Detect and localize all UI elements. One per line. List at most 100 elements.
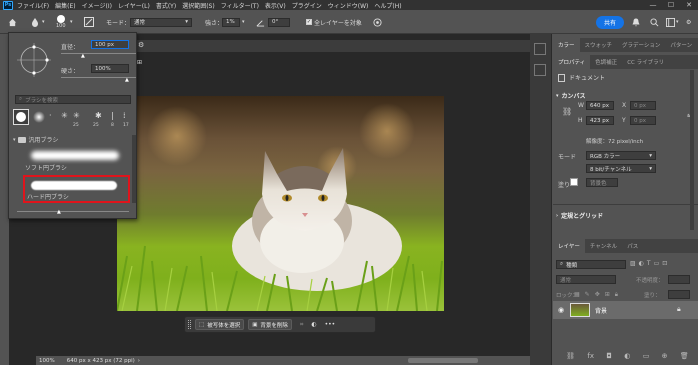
tab-adjustments[interactable]: 色調補正 (590, 55, 622, 69)
lock-artboard-icon[interactable]: ⊞ (605, 291, 610, 299)
preview-size-slider-thumb[interactable]: ▲ (57, 209, 61, 215)
menu-filter[interactable]: フィルター(T) (221, 1, 259, 10)
strength-chevron-icon[interactable]: ▾ (242, 19, 245, 25)
tab-gradients[interactable]: グラデーション (617, 38, 665, 52)
brush-angle-widget[interactable] (15, 41, 53, 79)
drag-handle-icon[interactable] (188, 320, 191, 329)
brush-preset-picker[interactable]: 100 (56, 10, 66, 34)
layer-row-background[interactable]: ◉ 背景 🔒︎ (553, 301, 698, 319)
tab-paths[interactable]: パス (622, 239, 643, 253)
canvas-section-header[interactable]: ▾ カンバス (556, 91, 586, 101)
brush-preset-dot[interactable]: · (49, 111, 52, 120)
menu-edit[interactable]: 編集(E) (55, 1, 75, 10)
diameter-slider-thumb[interactable]: ▲ (81, 53, 85, 59)
brush-search-input[interactable]: ⌕ ブラシを検索 (15, 95, 131, 104)
cat-photo[interactable] (117, 96, 444, 311)
general-brushes-folder[interactable]: ▾ 汎用ブラシ (13, 135, 58, 144)
remove-background-button[interactable]: ▣ 背景を削除 (248, 319, 292, 330)
all-layers-checkbox[interactable]: ✓ 全レイヤーを対象 (306, 10, 362, 34)
brush-preset-chalk[interactable]: ❘ (109, 111, 116, 120)
menu-file[interactable]: ファイル(F) (17, 1, 49, 10)
brush-preset-soft-round[interactable] (33, 111, 45, 123)
lock-pixels-icon[interactable]: ▦ (574, 291, 580, 299)
brush-preset-splatter-1[interactable]: ✳ (61, 111, 68, 120)
status-arrow-icon[interactable]: › (138, 358, 140, 364)
adjustment-layer-icon[interactable]: ◐ (624, 352, 630, 360)
guides-section-header[interactable]: › 定規とグリッド (556, 211, 603, 221)
mode-select[interactable]: 通常 ▾ (130, 17, 192, 27)
layer-filter-select[interactable]: ⌕ 種類 (556, 260, 626, 269)
tab-swatches[interactable]: スウォッチ (580, 38, 618, 52)
height-input[interactable]: 423 px (586, 116, 614, 125)
brush-picker-chevron-icon[interactable]: ▾ (70, 10, 73, 34)
workspace-icon[interactable]: ▾ (666, 10, 679, 34)
tab-color[interactable]: カラー (553, 38, 580, 52)
brush-settings-icon[interactable] (84, 10, 94, 34)
new-group-icon[interactable]: ▭ (643, 352, 650, 360)
x-input[interactable]: 0 px (630, 101, 656, 110)
tab-patterns[interactable]: パターン (665, 38, 697, 52)
layer-style-icon[interactable]: fx (587, 352, 594, 360)
notifications-icon[interactable] (632, 10, 640, 34)
menu-plugins[interactable]: プラグイン (292, 1, 322, 10)
minimize-icon[interactable]: — (644, 1, 662, 9)
filter-pixel-icon[interactable]: ▨ (630, 260, 636, 267)
brush-preset-grass[interactable]: ✱ (95, 111, 102, 120)
tab-properties[interactable]: プロパティ (553, 55, 591, 69)
brush-preset-texture[interactable]: ⁞ (123, 111, 126, 120)
properties-scrollbar[interactable] (690, 70, 694, 230)
menu-view[interactable]: 表示(V) (265, 1, 286, 10)
delete-layer-icon[interactable]: 🗑︎ (680, 352, 689, 360)
settings-gear-icon[interactable]: ⚙ (686, 10, 691, 34)
menu-select[interactable]: 選択範囲(S) (182, 1, 215, 10)
brush-settings-gear-icon[interactable]: ⚙ (138, 41, 144, 49)
tool-preset-icon[interactable]: ▾ (30, 10, 45, 34)
menu-image[interactable]: イメージ(I) (82, 1, 112, 10)
menu-help[interactable]: ヘルプ(H) (374, 1, 401, 10)
fill-select[interactable]: 背景色 (586, 178, 618, 187)
maximize-icon[interactable]: ☐ (662, 1, 680, 9)
adjustment-icon[interactable]: ◐ (311, 321, 316, 328)
new-preset-icon[interactable]: ⊞ (137, 59, 142, 66)
angle-input[interactable]: 0° (268, 17, 290, 27)
diameter-input[interactable]: 100 px (91, 40, 129, 49)
brush-preset-hard-round[interactable] (13, 109, 29, 125)
zoom-level[interactable]: 100% (39, 358, 55, 364)
home-icon[interactable] (8, 10, 17, 34)
hardness-input[interactable]: 100% (91, 64, 129, 73)
actions-panel-icon[interactable] (534, 64, 546, 76)
preview-size-slider[interactable] (17, 211, 129, 212)
layer-name[interactable]: 背景 (595, 306, 607, 315)
link-icon[interactable]: ⛓ (562, 107, 572, 116)
select-subject-button[interactable]: ⬚ 被写体を選択 (195, 319, 245, 330)
search-icon[interactable] (650, 10, 659, 34)
fill-opacity-input[interactable] (668, 290, 690, 299)
eye-visibility-icon[interactable]: ◉ (558, 306, 564, 314)
filter-smart-icon[interactable]: ⊡ (662, 260, 667, 267)
more-options-icon[interactable]: ••• (325, 321, 336, 328)
blend-mode-select[interactable]: 通常 (556, 275, 616, 284)
fill-color-swatch[interactable] (570, 178, 578, 186)
link-layers-icon[interactable]: ⛓ (566, 352, 575, 360)
transform-icon[interactable]: ⌗ (300, 321, 303, 329)
menu-type[interactable]: 書式(Y) (156, 1, 176, 10)
menu-layer[interactable]: レイヤー(L) (118, 1, 150, 10)
brush-preset-splatter-2[interactable]: ✳ (73, 111, 80, 120)
filter-shape-icon[interactable]: ▭ (654, 260, 660, 267)
tab-channels[interactable]: チャンネル (585, 239, 622, 253)
horizontal-scrollbar[interactable] (408, 358, 478, 363)
opacity-input[interactable] (668, 275, 690, 284)
lock-paint-icon[interactable]: ✎ (585, 291, 590, 299)
filter-type-icon[interactable]: T (647, 260, 651, 267)
pressure-size-icon[interactable] (373, 10, 382, 34)
layer-mask-icon[interactable]: ◘ (606, 352, 612, 360)
hardness-slider-thumb[interactable]: ▲ (125, 77, 129, 83)
diameter-slider[interactable] (61, 53, 136, 54)
tab-layers[interactable]: レイヤー (553, 239, 585, 253)
filter-adjust-icon[interactable]: ◐ (639, 260, 644, 267)
lock-all-icon[interactable]: 🔒︎ (615, 291, 618, 299)
new-layer-icon[interactable]: ⊕ (662, 352, 668, 360)
lock-move-icon[interactable]: ✥ (595, 291, 600, 299)
y-input[interactable]: 0 px (630, 116, 656, 125)
brush-list-scrollbar[interactable] (132, 135, 136, 203)
